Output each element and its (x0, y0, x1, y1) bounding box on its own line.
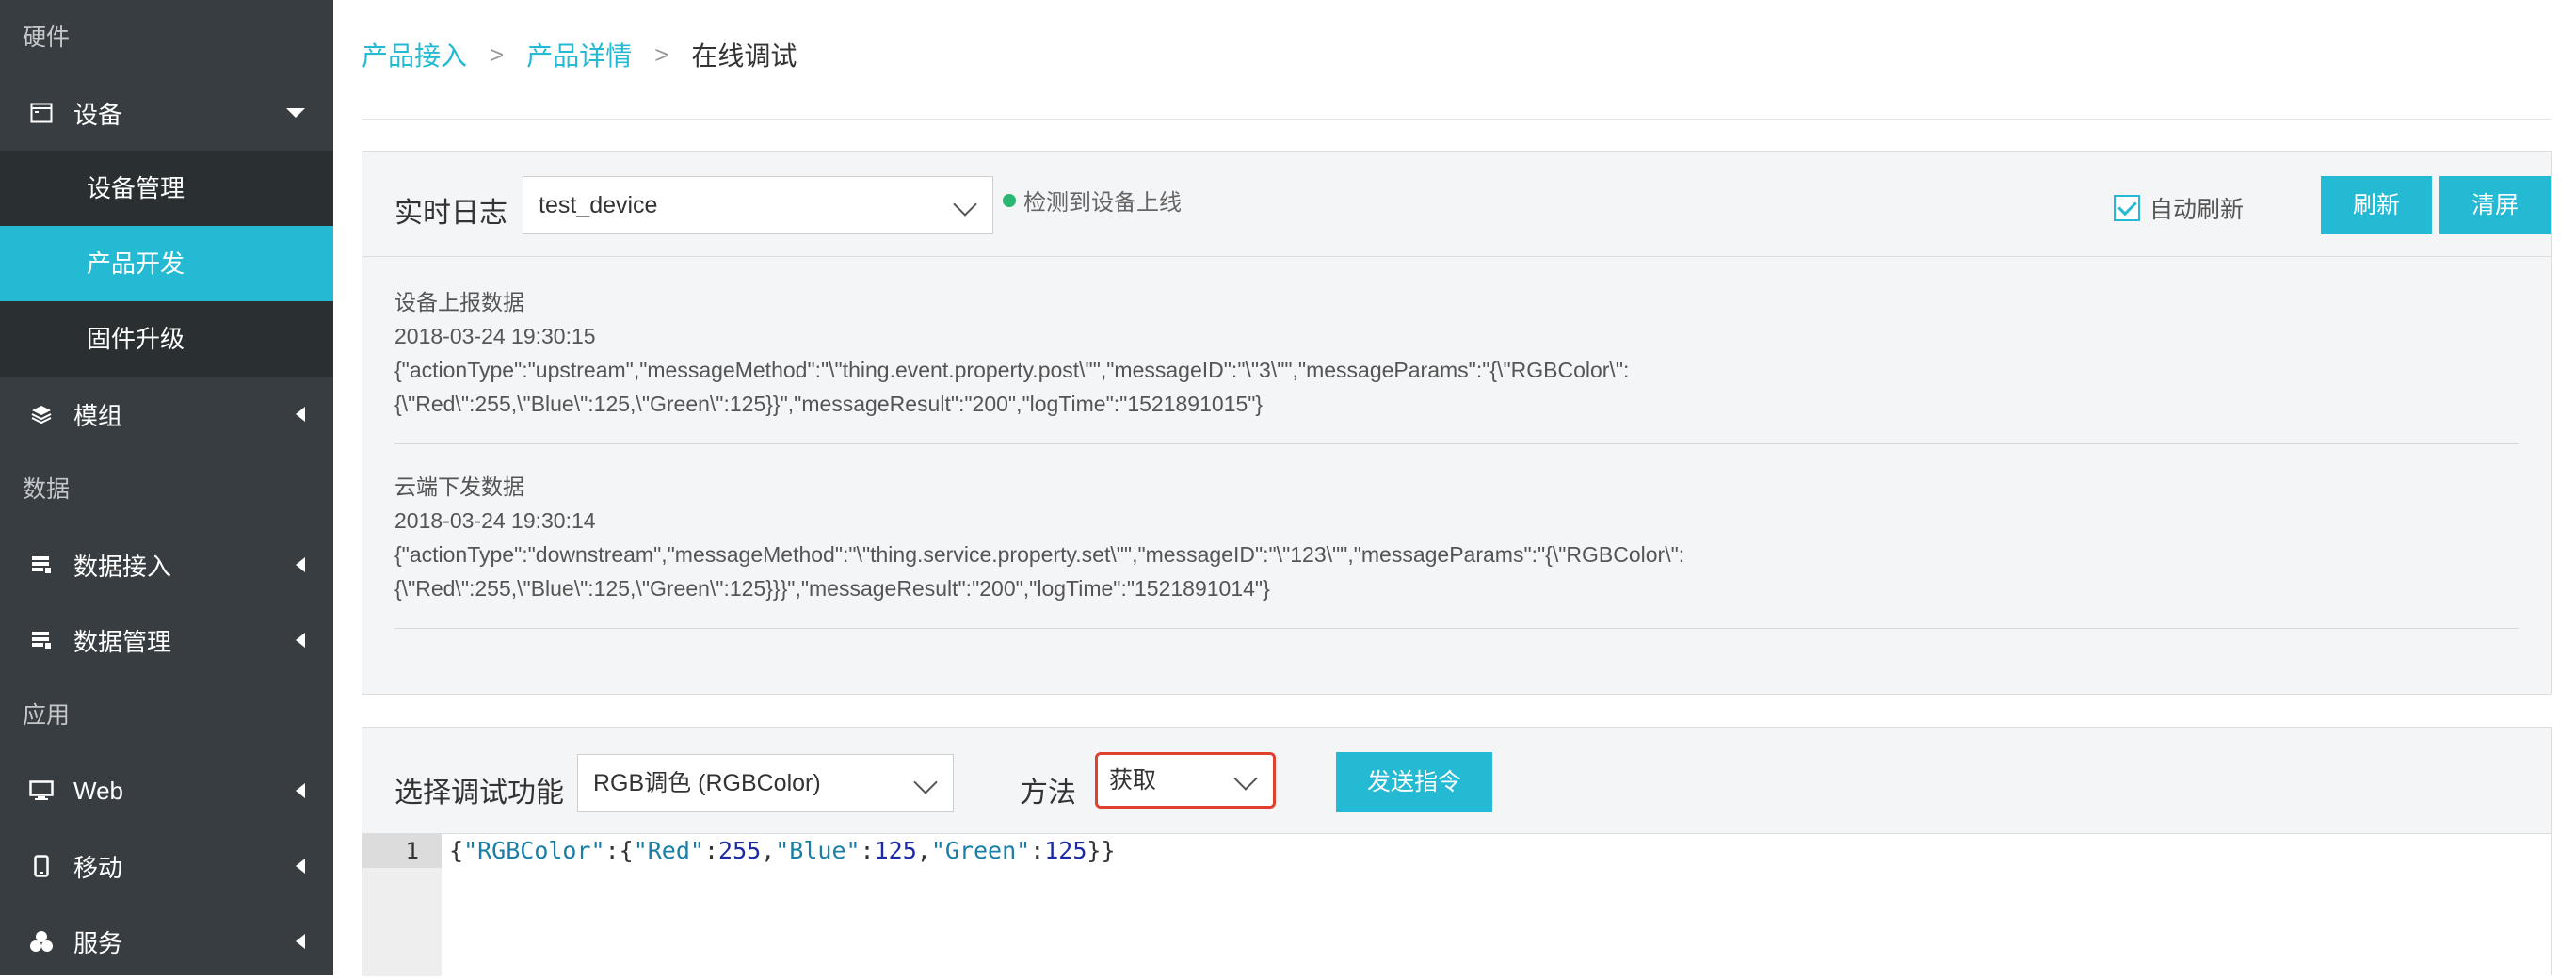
method-select-value: 获取 (1109, 767, 1157, 794)
divider (362, 119, 2552, 120)
function-select[interactable]: RGB调色 (RGBColor) (577, 754, 954, 812)
chevron-left-icon (296, 828, 305, 904)
code-token: : (1030, 837, 1045, 864)
log-entry: 云端下发数据 2018-03-24 19:30:14 {"actionType"… (394, 470, 2519, 605)
code-token: { (449, 837, 464, 864)
device-select[interactable]: test_device (523, 176, 993, 234)
mobile-icon (26, 855, 56, 877)
chevron-down-icon (953, 192, 977, 217)
method-label: 方法 (1020, 778, 1076, 809)
breadcrumb-product-detail[interactable]: 产品详情 (526, 36, 632, 73)
realtime-log-panel: 实时日志 test_device 检测到设备上线 自动刷新 刷新 清屏 设备上报… (362, 151, 2552, 695)
debug-panel: 选择调试功能 RGB调色 (RGBColor) 方法 获取 发送指令 1 {"R… (362, 727, 2552, 976)
chevron-down-icon (286, 75, 305, 151)
code-token: , (761, 837, 776, 864)
auto-refresh-toggle[interactable]: 自动刷新 (2114, 191, 2244, 225)
clear-button[interactable]: 清屏 (2439, 176, 2551, 234)
sidebar-item-web[interactable]: Web (0, 753, 333, 828)
code-token: "Blue" (775, 837, 861, 864)
log-divider (394, 443, 2519, 444)
code-token: 255 (718, 837, 762, 864)
chevron-left-icon (296, 377, 305, 452)
log-entry-payload: {"actionType":"upstream","messageMethod"… (394, 358, 1630, 382)
chevron-left-icon (296, 527, 305, 602)
code-line[interactable]: {"RGBColor":{"Red":255,"Blue":125,"Green… (449, 834, 1116, 868)
log-entry-payload: {"actionType":"downstream","messageMetho… (394, 542, 1685, 567)
section-hardware: 硬件 (23, 24, 71, 51)
sidebar-item-label: 数据管理 (73, 627, 172, 656)
window-icon (26, 103, 56, 123)
chevron-left-icon (296, 753, 305, 828)
sidebar-item-label: 设备 (73, 100, 123, 129)
auto-refresh-label: 自动刷新 (2149, 197, 2245, 223)
device-status: 检测到设备上线 (1003, 184, 1182, 217)
code-token: : (860, 837, 875, 864)
database-icon (26, 554, 56, 575)
sidebar-item-label: 移动 (73, 853, 123, 882)
method-select[interactable]: 获取 (1095, 752, 1276, 809)
function-select-value: RGB调色 (RGBColor) (593, 770, 821, 796)
code-token: "Red" (633, 837, 704, 864)
log-entry-payload: {\"Red\":255,\"Blue\":125,\"Green\":125}… (394, 392, 1264, 416)
log-entry-payload: {\"Red\":255,\"Blue\":125,\"Green\":125}… (394, 576, 1270, 601)
log-entry-time: 2018-03-24 19:30:15 (394, 324, 596, 348)
sidebar-item-label: Web (73, 776, 123, 805)
breadcrumb-separator-icon: > (654, 40, 669, 69)
sidebar-item-mobile[interactable]: 移动 (0, 828, 333, 904)
sidebar-item-label: 服务 (73, 928, 123, 957)
log-entry-time: 2018-03-24 19:30:14 (394, 508, 596, 533)
function-label: 选择调试功能 (394, 778, 564, 809)
main-content: 产品接入 > 产品详情 > 在线调试 实时日志 test_device 检测到设… (333, 0, 2576, 976)
sidebar-item-label: 模组 (73, 401, 123, 430)
sidebar-item-device[interactable]: 设备 (0, 75, 333, 151)
chevron-down-icon (913, 770, 938, 794)
online-dot-icon (1003, 193, 1016, 207)
sidebar-subitem-product-dev[interactable]: 产品开发 (0, 226, 333, 301)
chevron-left-icon (296, 904, 305, 979)
log-divider (394, 628, 2519, 629)
log-panel-header: 实时日志 test_device 检测到设备上线 自动刷新 刷新 清屏 (362, 152, 2551, 257)
code-editor[interactable]: 1 {"RGBColor":{"Red":255,"Blue":125,"Gre… (362, 833, 2551, 976)
checkbox-checked-icon[interactable] (2114, 195, 2140, 221)
code-token: : (703, 837, 719, 864)
section-data: 数据 (23, 476, 71, 503)
breadcrumb-current: 在线调试 (691, 41, 797, 71)
breadcrumb: 产品接入 > 产品详情 > 在线调试 (362, 36, 797, 73)
refresh-button[interactable]: 刷新 (2321, 176, 2432, 234)
sidebar-item-data-manage[interactable]: 数据管理 (0, 602, 333, 678)
sidebar-subitem-firmware[interactable]: 固件升级 (0, 301, 333, 377)
breadcrumb-separator-icon: > (490, 40, 505, 69)
log-entry-type: 设备上报数据 (394, 290, 524, 314)
section-app: 应用 (23, 702, 71, 729)
monitor-icon (26, 780, 56, 801)
code-token: , (916, 837, 931, 864)
sidebar-item-data-access[interactable]: 数据接入 (0, 527, 333, 602)
log-entry: 设备上报数据 2018-03-24 19:30:15 {"actionType"… (394, 285, 2519, 421)
code-token: "Green" (930, 837, 1031, 864)
cubes-icon (26, 930, 56, 953)
code-token: }} (1087, 837, 1116, 864)
send-command-button[interactable]: 发送指令 (1336, 752, 1492, 812)
code-token: :{ (604, 837, 634, 864)
log-panel-title: 实时日志 (394, 198, 507, 229)
sidebar-item-label: 数据接入 (73, 552, 172, 581)
chevron-down-icon (1233, 766, 1258, 791)
chevron-left-icon (296, 602, 305, 678)
sidebar: 硬件 设备 设备管理 产品开发 固件升级 模组 数据 数据接入 数据管理 应用 (0, 0, 333, 975)
database-icon (26, 630, 56, 650)
code-token: 125 (1044, 837, 1087, 864)
line-number: 1 (362, 834, 442, 868)
device-status-text: 检测到设备上线 (1023, 190, 1182, 216)
breadcrumb-product-access[interactable]: 产品接入 (362, 36, 467, 73)
code-token: "RGBColor" (463, 837, 605, 864)
device-select-value: test_device (539, 192, 658, 218)
log-entry-type: 云端下发数据 (394, 474, 524, 499)
code-token: 125 (874, 837, 917, 864)
sidebar-item-module[interactable]: 模组 (0, 377, 333, 452)
sidebar-subitem-device-manage[interactable]: 设备管理 (0, 151, 333, 226)
sidebar-item-service[interactable]: 服务 (0, 904, 333, 979)
layers-icon (26, 404, 56, 425)
